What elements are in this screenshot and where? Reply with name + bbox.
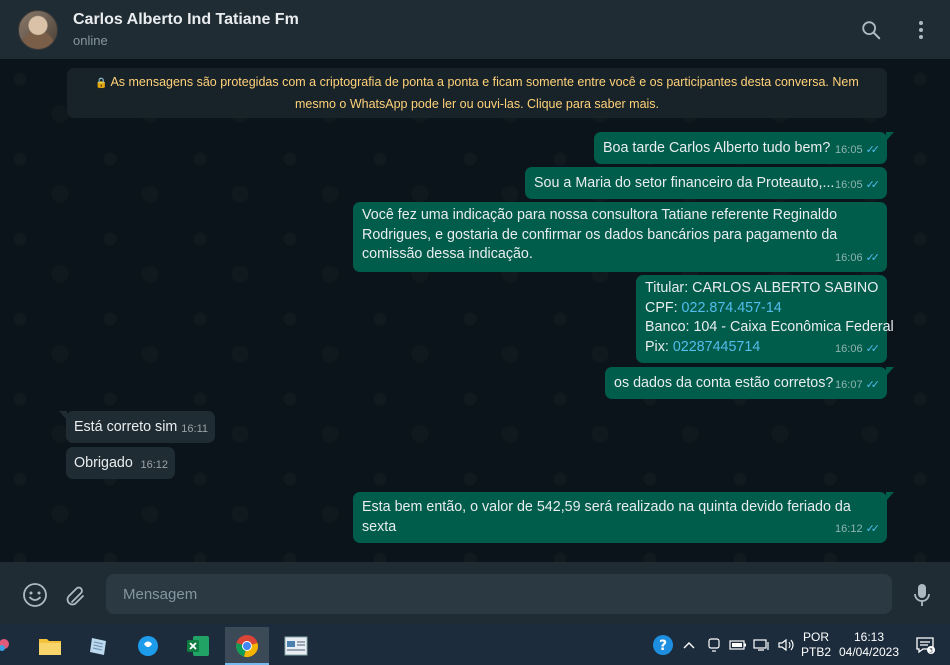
attach-icon[interactable] xyxy=(63,582,89,608)
message-time: 16:05 xyxy=(835,143,863,156)
message-time: 16:12 xyxy=(835,522,863,535)
encryption-notice[interactable]: 🔒 As mensagens são protegidas com a crip… xyxy=(67,68,887,118)
message-meta: 16:06 ✓✓ xyxy=(835,340,880,360)
contact-avatar[interactable] xyxy=(18,10,58,50)
language-indicator[interactable]: POR PTB2 xyxy=(800,624,832,665)
microphone-icon[interactable] xyxy=(909,582,935,608)
account-holder-line: Titular: CARLOS ALBERTO SABINO xyxy=(645,280,879,296)
chat-panel[interactable]: 🔒 As mensagens são protegidas com a crip… xyxy=(0,59,950,562)
message-time: 16:07 xyxy=(835,378,863,391)
windows-taskbar: ? POR PTB2 16:13 04/04/2023 3 xyxy=(0,624,950,665)
encryption-notice-text: As mensagens são protegidas com a cripto… xyxy=(110,75,859,111)
message-meta: 16:12 xyxy=(140,456,168,476)
message-meta: 16:12 ✓✓ xyxy=(835,520,880,540)
keyboard-layout: PTB2 xyxy=(800,644,831,659)
battery-icon[interactable] xyxy=(727,624,749,665)
contact-name[interactable]: Carlos Alberto Ind Tatiane Fm xyxy=(73,11,299,29)
read-ticks-icon: ✓✓ xyxy=(865,178,881,191)
bank-line: Banco: 104 - Caixa Econômica Federal xyxy=(645,319,894,335)
message-bubble-outgoing[interactable]: Você fez uma indicação para nossa consul… xyxy=(353,202,887,272)
message-meta: 16:07 ✓✓ xyxy=(835,376,880,396)
contact-status: online xyxy=(73,33,108,48)
lock-icon: 🔒 xyxy=(95,78,111,89)
network-icon[interactable] xyxy=(751,624,773,665)
message-time: 16:06 xyxy=(835,342,863,355)
read-ticks-icon: ✓✓ xyxy=(865,522,881,535)
app-window-icon[interactable] xyxy=(274,627,318,665)
message-bubble-incoming[interactable]: Está correto sim 16:11 xyxy=(59,411,215,443)
message-text: Você fez uma indicação para nossa consul… xyxy=(362,207,838,262)
message-bubble-outgoing[interactable]: Sou a Maria do setor financeiro da Prote… xyxy=(525,167,887,199)
menu-icon[interactable] xyxy=(909,18,933,42)
chrome-icon[interactable] xyxy=(225,627,269,665)
message-time: 16:11 xyxy=(181,422,208,435)
svg-text:3: 3 xyxy=(929,647,933,654)
clock-date: 04/04/2023 xyxy=(838,644,900,659)
cpf-label: CPF: xyxy=(645,299,682,316)
message-text: Boa tarde Carlos Alberto tudo bem? xyxy=(603,140,831,156)
excel-icon[interactable] xyxy=(176,627,220,665)
message-bubble-outgoing[interactable]: os dados da conta estão corretos? 16:07 ✓… xyxy=(605,367,894,399)
cpf-link[interactable]: 022.874.457-14 xyxy=(682,300,782,316)
language-code: POR xyxy=(802,629,829,644)
message-meta: 16:06 ✓✓ xyxy=(835,249,880,269)
cpf-line: CPF: 022.874.457-14 xyxy=(645,299,878,319)
bubble-tail xyxy=(886,367,894,376)
bubble-tail xyxy=(886,492,894,501)
meet-now-icon[interactable] xyxy=(704,624,724,665)
pix-label: Pix: xyxy=(645,338,673,355)
clock-time: 16:13 xyxy=(853,629,885,644)
message-text: Esta bem então, o valor de 542,59 será r… xyxy=(362,499,851,535)
file-explorer-icon[interactable] xyxy=(28,627,72,665)
message-time: 16:05 xyxy=(835,178,863,191)
message-composer xyxy=(0,562,950,624)
read-ticks-icon: ✓✓ xyxy=(865,342,881,355)
clock[interactable]: 16:13 04/04/2023 xyxy=(836,624,902,665)
message-bubble-incoming[interactable]: Obrigado 16:12 xyxy=(66,447,175,479)
chat-header: Carlos Alberto Ind Tatiane Fm online xyxy=(0,0,950,59)
message-input[interactable] xyxy=(106,574,892,614)
message-meta: 16:11 xyxy=(181,420,208,440)
message-meta: 16:05 ✓✓ xyxy=(835,141,880,161)
pinned-app-icon[interactable] xyxy=(0,627,16,665)
search-icon[interactable] xyxy=(859,18,883,42)
notifications-icon[interactable]: 3 xyxy=(912,624,938,665)
skype-icon[interactable] xyxy=(126,627,170,665)
bubble-tail xyxy=(59,411,67,420)
message-meta: 16:05 ✓✓ xyxy=(835,176,880,196)
message-time: 16:06 xyxy=(835,251,863,264)
message-bubble-outgoing[interactable]: Titular: CARLOS ALBERTO SABINO CPF: 022.… xyxy=(636,275,894,363)
read-ticks-icon: ✓✓ xyxy=(865,143,881,156)
volume-icon[interactable] xyxy=(775,624,797,665)
show-hidden-icons-icon[interactable] xyxy=(679,624,699,665)
read-ticks-icon: ✓✓ xyxy=(865,378,881,391)
message-time: 16:12 xyxy=(140,458,168,471)
help-icon[interactable]: ? xyxy=(650,624,676,665)
message-bubble-outgoing[interactable]: Esta bem então, o valor de 542,59 será r… xyxy=(353,492,894,543)
read-ticks-icon: ✓✓ xyxy=(865,251,881,264)
message-text: Obrigado xyxy=(74,455,133,471)
svg-text:?: ? xyxy=(659,638,667,654)
pix-link[interactable]: 02287445714 xyxy=(673,339,760,355)
message-text: Sou a Maria do setor financeiro da Prote… xyxy=(534,175,835,191)
notepad-icon[interactable] xyxy=(77,627,121,665)
emoji-icon[interactable] xyxy=(22,582,48,608)
message-text: Está correto sim xyxy=(74,419,178,435)
bubble-tail xyxy=(886,132,894,141)
message-text: os dados da conta estão corretos? xyxy=(614,375,834,391)
message-bubble-outgoing[interactable]: Boa tarde Carlos Alberto tudo bem? 16:05… xyxy=(594,132,894,164)
